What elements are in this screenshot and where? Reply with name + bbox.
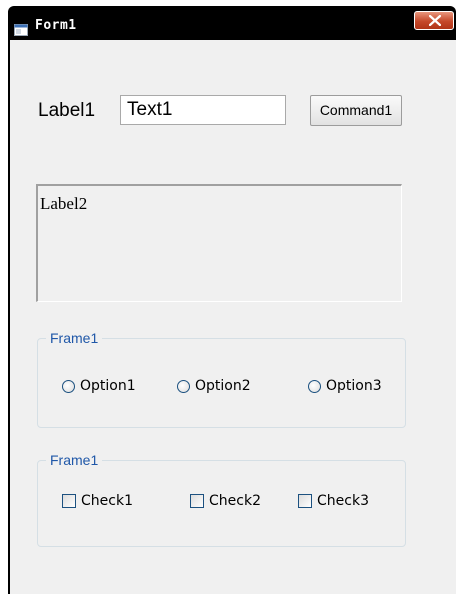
command1-button[interactable]: Command1 (310, 95, 402, 126)
radio-circle-icon (308, 379, 321, 393)
checks-frame: Frame1 Check1 Check2 Check3 (37, 452, 406, 547)
close-button[interactable] (414, 11, 454, 30)
check2-checkbox[interactable]: Check2 (190, 491, 261, 511)
check-label: Check1 (81, 493, 133, 509)
title-bar[interactable]: Form1 (8, 6, 456, 40)
radio-circle-icon (177, 379, 190, 393)
checkbox-square-icon (62, 494, 76, 508)
form-client-area: Label1 Command1 Label2 Frame1 Option1 Op… (8, 40, 456, 594)
option-label: Option1 (80, 378, 136, 394)
checkbox-square-icon (298, 494, 312, 508)
check3-checkbox[interactable]: Check3 (298, 491, 369, 511)
frame-legend: Frame1 (46, 452, 103, 468)
check-label: Check3 (317, 493, 369, 509)
window-title: Form1 (35, 18, 77, 33)
text1-input[interactable] (120, 95, 286, 125)
option-label: Option2 (195, 378, 251, 394)
option2-radio[interactable]: Option2 (177, 376, 251, 396)
label1: Label1 (38, 100, 96, 121)
label2: Label2 (36, 184, 402, 302)
check1-checkbox[interactable]: Check1 (62, 491, 133, 511)
form-window-icon[interactable] (14, 21, 28, 36)
options-frame: Frame1 Option1 Option2 Option3 (37, 330, 406, 428)
close-icon (429, 15, 441, 26)
radio-circle-icon (62, 379, 75, 393)
form1-window: Form1 Label1 Command1 Label2 Frame1 Opti… (8, 6, 456, 594)
checkbox-square-icon (190, 494, 204, 508)
check-label: Check2 (209, 493, 261, 509)
option-label: Option3 (326, 378, 382, 394)
option3-radio[interactable]: Option3 (308, 376, 382, 396)
option1-radio[interactable]: Option1 (62, 376, 136, 396)
frame-legend: Frame1 (46, 330, 103, 346)
